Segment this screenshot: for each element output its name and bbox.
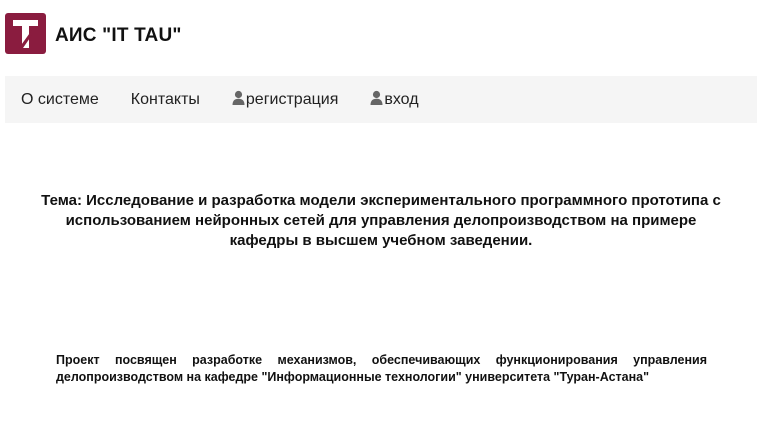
logo[interactable] [5,12,46,54]
logo-t-icon [13,19,38,48]
nav-item-login[interactable]: вход [370,90,419,109]
project-description: Проект посвящен разработке механизмов, о… [56,353,707,384]
nav-item-label: регистрация [245,90,339,108]
user-icon [232,90,245,105]
page: АИС "IT TAU" О системе Контакты регистра… [0,0,762,429]
header: АИС "IT TAU" [5,12,182,54]
nav-item-contacts[interactable]: Контакты [131,91,200,109]
nav-item-label: вход [384,90,419,108]
app-title: АИС "IT TAU" [55,25,182,46]
navbar: О системе Контакты регистрация вход [5,76,757,123]
nav-item-label: О системе [21,90,99,108]
nav-item-register[interactable]: регистрация [232,90,339,109]
nav-item-about[interactable]: О системе [21,91,99,109]
nav-item-label: Контакты [130,90,200,108]
project-topic: Тема: Исследование и разработка модели э… [41,192,721,249]
user-icon [370,90,383,105]
